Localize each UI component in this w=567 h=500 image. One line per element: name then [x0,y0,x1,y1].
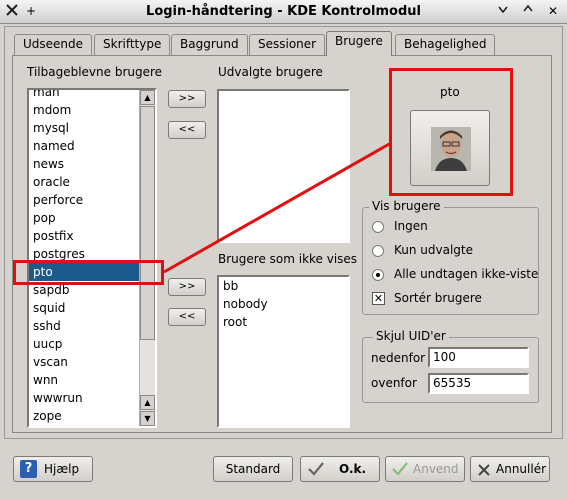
add-to-hidden-button[interactable]: >> [168,278,206,296]
tab-label: Skrifttype [103,37,162,51]
list-item[interactable]: oracle [29,173,139,191]
tab-label: Sessioner [258,37,317,51]
close-icon[interactable]: ✕ [544,3,562,20]
hide-uid-title: Skjul UID'er [373,329,449,343]
uid-above-field[interactable]: 65535 [428,373,529,394]
scroll-down-icon[interactable]: ▼ [140,411,155,426]
help-icon: ? [20,460,37,478]
list-item[interactable]: mdom [29,101,139,119]
selected-users-list[interactable] [217,89,350,243]
list-item[interactable]: perforce [29,191,139,209]
uid-below-field[interactable]: 100 [428,347,529,368]
tab-udseende[interactable]: Udseende [14,34,93,55]
list-item[interactable]: named [29,137,139,155]
radio-only-selected[interactable] [372,245,384,257]
check-icon [308,462,324,476]
default-button[interactable]: Standard [213,456,293,482]
minimize-icon[interactable] [494,3,512,20]
remaining-users-scrollbar[interactable]: ▲ ▲ ▼ [139,90,155,426]
list-item[interactable]: mysql [29,119,139,137]
list-item[interactable]: squid [29,299,139,317]
window-title: Login-håndtering - KDE Kontrolmodul [146,4,421,19]
list-item[interactable]: man [29,90,139,101]
radio-all-except-hidden[interactable] [372,269,384,281]
list-item[interactable]: zope [29,407,139,425]
remaining-users-label: Tilbageblevne brugere [27,65,163,79]
remaining-users-items: man mdom mysql named news oracle perforce pop po… [29,90,139,425]
apply-button[interactable]: Anvend [385,456,465,482]
hidden-users-label: Brugere som ikke vises [218,252,358,266]
tab-skrifttype[interactable]: Skrifttype [94,34,171,55]
list-item[interactable]: uucp [29,335,139,353]
hidden-users-list[interactable]: bb nobody root [217,275,350,428]
help-label: Hjælp [44,462,80,476]
remove-from-hidden-button[interactable]: << [168,308,206,326]
tab-sessioner[interactable]: Sessioner [249,34,326,55]
tab-brugere[interactable]: Brugere [326,31,392,56]
remove-from-selected-button[interactable]: << [168,121,206,139]
ok-button[interactable]: O.k. [300,456,380,482]
sort-users-label[interactable]: Sortér brugere [394,291,482,305]
highlight-user-image [389,68,513,196]
cancel-label: Annullér [496,462,547,476]
list-item[interactable]: root [219,313,348,331]
list-item[interactable]: news [29,155,139,173]
below-label: nedenfor [371,351,426,365]
sort-users-checkbox[interactable]: ✕ [372,292,385,305]
tab-baggrund[interactable]: Baggrund [171,34,248,55]
add-to-selected-button[interactable]: >> [168,90,206,108]
scroll-thumb[interactable] [140,106,155,340]
list-item[interactable]: bb [219,277,348,295]
cancel-button[interactable]: Annullér [470,456,550,482]
tab-label: Behagelighed [404,37,487,51]
above-label: ovenfor [371,376,417,390]
radio-none-label[interactable]: Ingen [394,219,428,233]
remaining-users-list[interactable]: man mdom mysql named news oracle perforce pop po… [27,88,157,428]
radio-only-selected-label[interactable]: Kun udvalgte [394,243,473,257]
tab-label: Baggrund [180,37,239,51]
title-bar[interactable]: + Login-håndtering - KDE Kontrolmodul ✕ [0,0,567,24]
ok-label: O.k. [339,462,367,476]
list-item[interactable]: vscan [29,353,139,371]
list-item[interactable]: sshd [29,317,139,335]
maximize-icon[interactable] [519,3,537,20]
apply-label: Anvend [413,462,459,476]
list-item[interactable]: wwwrun [29,389,139,407]
radio-all-except-hidden-label[interactable]: Alle undtagen ikke-viste [394,267,538,281]
hidden-users-items: bb nobody root [219,277,348,331]
cancel-x-icon [478,464,490,476]
tab-label: Udseende [23,37,84,51]
selected-users-label: Udvalgte brugere [218,65,323,79]
highlight-selected-user [13,260,164,285]
scroll-up-icon[interactable]: ▲ [140,90,155,105]
radio-none[interactable] [372,221,384,233]
tab-label: Brugere [335,34,383,48]
scroll-up-icon[interactable]: ▲ [140,395,155,410]
list-item[interactable]: pop [29,209,139,227]
list-item[interactable]: wnn [29,371,139,389]
list-item[interactable]: nobody [219,295,348,313]
tab-behagelighed[interactable]: Behagelighed [395,34,496,55]
list-item[interactable]: postfix [29,227,139,245]
help-button[interactable]: ? Hjælp [13,456,93,482]
apply-check-icon [392,462,408,476]
show-users-title: Vis brugere [369,199,444,213]
